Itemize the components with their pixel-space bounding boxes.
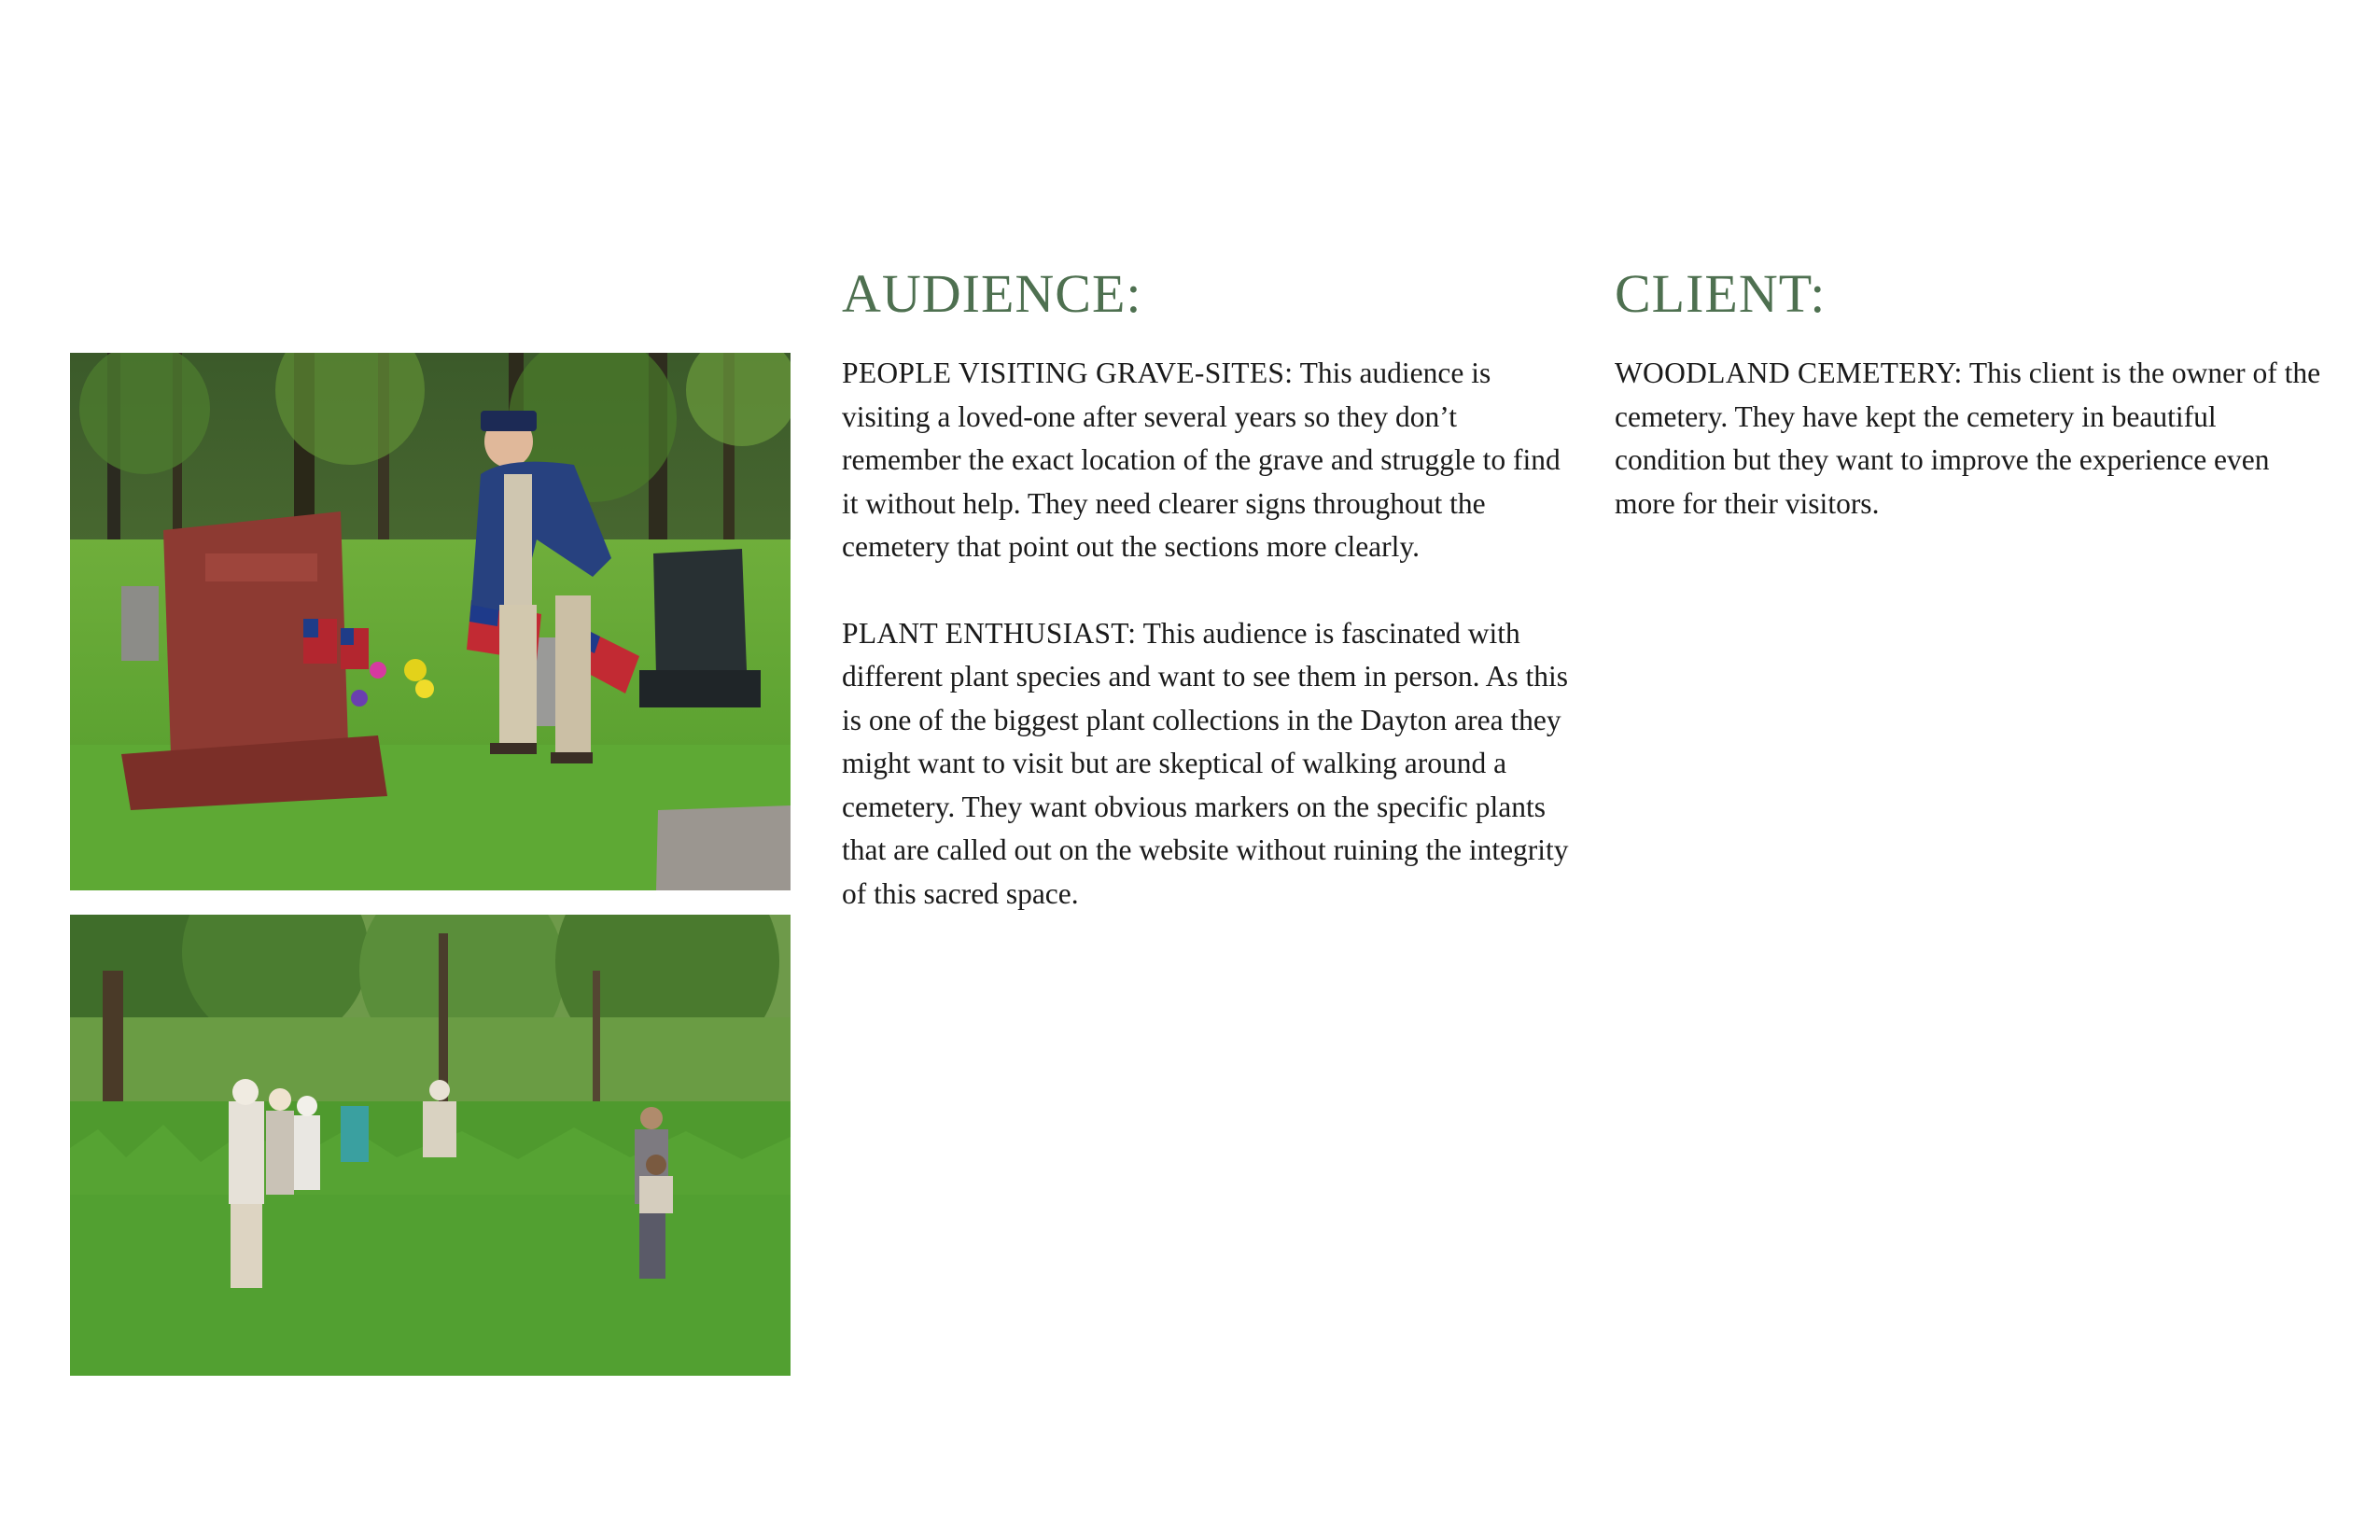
audience-item-text: This audience is fascinated with differe… — [842, 616, 1569, 910]
grave-visit-illustration — [70, 353, 791, 890]
audience-item-grave-visitors: PEOPLE VISITING GRAVE-SITES: This audien… — [842, 352, 1570, 569]
grave-visit-photo — [70, 353, 791, 890]
plant-walk-photo — [70, 915, 791, 1376]
audience-item-lead: PEOPLE VISITING GRAVE-SITES: — [842, 357, 1294, 389]
plant-walk-illustration — [70, 915, 791, 1376]
audience-item-lead: PLANT ENTHUSIAST: — [842, 616, 1137, 650]
client-item-lead: WOODLAND CEMETERY: — [1615, 357, 1963, 389]
audience-heading: AUDIENCE: — [842, 263, 1142, 324]
page: AUDIENCE: PEOPLE VISITING GRAVE-SITES: T… — [0, 0, 2380, 1540]
audience-item-plant-enthusiast: PLANT ENTHUSIAST: This audience is fasci… — [842, 612, 1570, 917]
audience-section: AUDIENCE: PEOPLE VISITING GRAVE-SITES: T… — [842, 257, 1570, 916]
client-section: CLIENT: WOODLAND CEMETERY: This client i… — [1615, 257, 2333, 525]
client-item-woodland-cemetery: WOODLAND CEMETERY: This client is the ow… — [1615, 352, 2333, 525]
client-heading: CLIENT: — [1615, 263, 1827, 324]
